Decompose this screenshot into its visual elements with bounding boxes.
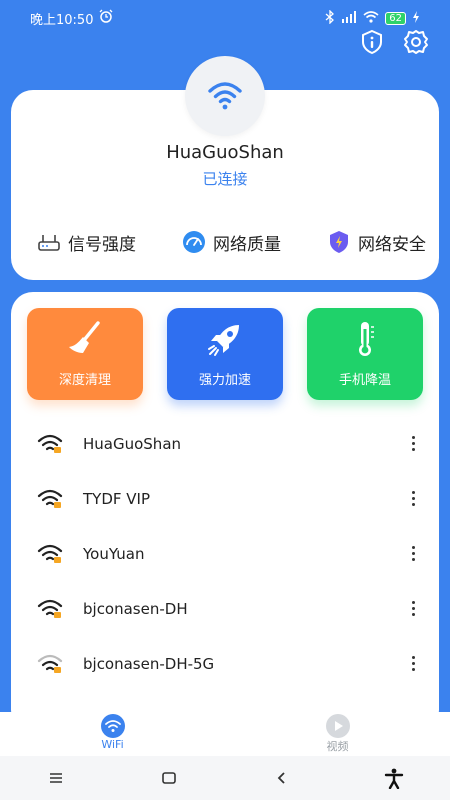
home-icon[interactable]	[154, 763, 184, 793]
cellular-signal-icon	[341, 10, 357, 26]
status-indicators: 62	[325, 8, 420, 27]
tab-video[interactable]: 视频	[225, 712, 450, 756]
list-item[interactable]: YouYuan	[11, 526, 439, 581]
network-name: bjconasen-DH	[83, 599, 188, 618]
alarm-icon	[99, 9, 113, 27]
feature-label: 网络质量	[213, 234, 281, 255]
phone-cooling-button[interactable]: 手机降温	[307, 308, 423, 400]
network-name: bjconasen-DH-5G	[83, 654, 215, 673]
feature-network-security[interactable]: 网络安全	[326, 229, 426, 255]
wifi-badge-icon[interactable]	[185, 56, 265, 136]
tool-tiles: 深度清理 强力加速 手机降温	[27, 308, 423, 400]
wifi-lock-icon	[37, 489, 63, 508]
bottom-tab-bar: WiFi 视频	[0, 712, 450, 756]
wifi-lock-icon	[37, 544, 63, 563]
video-play-icon	[325, 714, 350, 738]
security-shield-icon	[330, 231, 348, 253]
wifi-lock-icon	[37, 434, 63, 453]
header-actions	[358, 28, 430, 56]
wifi-icon	[100, 714, 125, 738]
tab-wifi[interactable]: WiFi	[0, 712, 225, 756]
wifi-lock-icon	[37, 599, 63, 618]
power-boost-button[interactable]: 强力加速	[167, 308, 283, 400]
network-name: TYDF VIP	[83, 489, 151, 508]
network-name: HuaGuoShan	[83, 434, 182, 453]
list-item[interactable]: bjconasen-DH-5G	[11, 636, 439, 691]
tile-label: 深度清理	[58, 373, 111, 388]
settings-gear-icon[interactable]	[402, 28, 430, 56]
accessibility-icon[interactable]	[379, 763, 409, 793]
tab-label: 视频	[326, 740, 349, 753]
feature-row: 信号强度 网络质量 网络安全	[36, 229, 426, 255]
tab-label: WiFi	[101, 738, 124, 751]
status-time: 晚上10:50	[30, 12, 94, 28]
broom-icon	[69, 321, 100, 353]
battery-indicator: 62	[385, 11, 406, 25]
tile-label: 强力加速	[198, 373, 251, 388]
menu-icon[interactable]	[41, 763, 71, 793]
list-item[interactable]: TYDF VIP	[11, 471, 439, 526]
wifi-status-icon	[363, 10, 379, 26]
more-options-icon[interactable]	[407, 654, 419, 674]
list-item[interactable]: HuaGuoShan	[11, 416, 439, 471]
wifi-lock-icon	[37, 654, 63, 673]
back-icon[interactable]	[266, 763, 296, 793]
feature-label: 信号强度	[68, 234, 136, 255]
list-item[interactable]: bjconasen-DH	[11, 581, 439, 636]
system-nav-bar	[0, 756, 450, 800]
more-options-icon[interactable]	[407, 434, 419, 454]
router-signal-icon	[38, 235, 60, 251]
rocket-icon	[208, 325, 239, 356]
bluetooth-icon	[325, 8, 335, 27]
info-shield-icon[interactable]	[358, 28, 386, 56]
deep-clean-button[interactable]: 深度清理	[27, 308, 143, 400]
thermometer-icon	[359, 322, 374, 356]
wifi-network-list: HuaGuoShan TYDF VIP YouYuan bjconasen-DH…	[11, 416, 439, 691]
connection-status: 已连接	[202, 170, 248, 188]
charging-icon	[412, 10, 420, 26]
more-options-icon[interactable]	[407, 489, 419, 509]
feature-signal-strength[interactable]: 信号强度	[36, 229, 136, 255]
network-name: YouYuan	[83, 544, 145, 563]
speed-gauge-icon	[183, 231, 205, 253]
tile-label: 手机降温	[338, 373, 391, 388]
feature-network-quality[interactable]: 网络质量	[181, 229, 281, 255]
feature-label: 网络安全	[358, 234, 426, 255]
more-options-icon[interactable]	[407, 544, 419, 564]
more-options-icon[interactable]	[407, 599, 419, 619]
connected-ssid: HuaGuoShan	[166, 142, 284, 163]
